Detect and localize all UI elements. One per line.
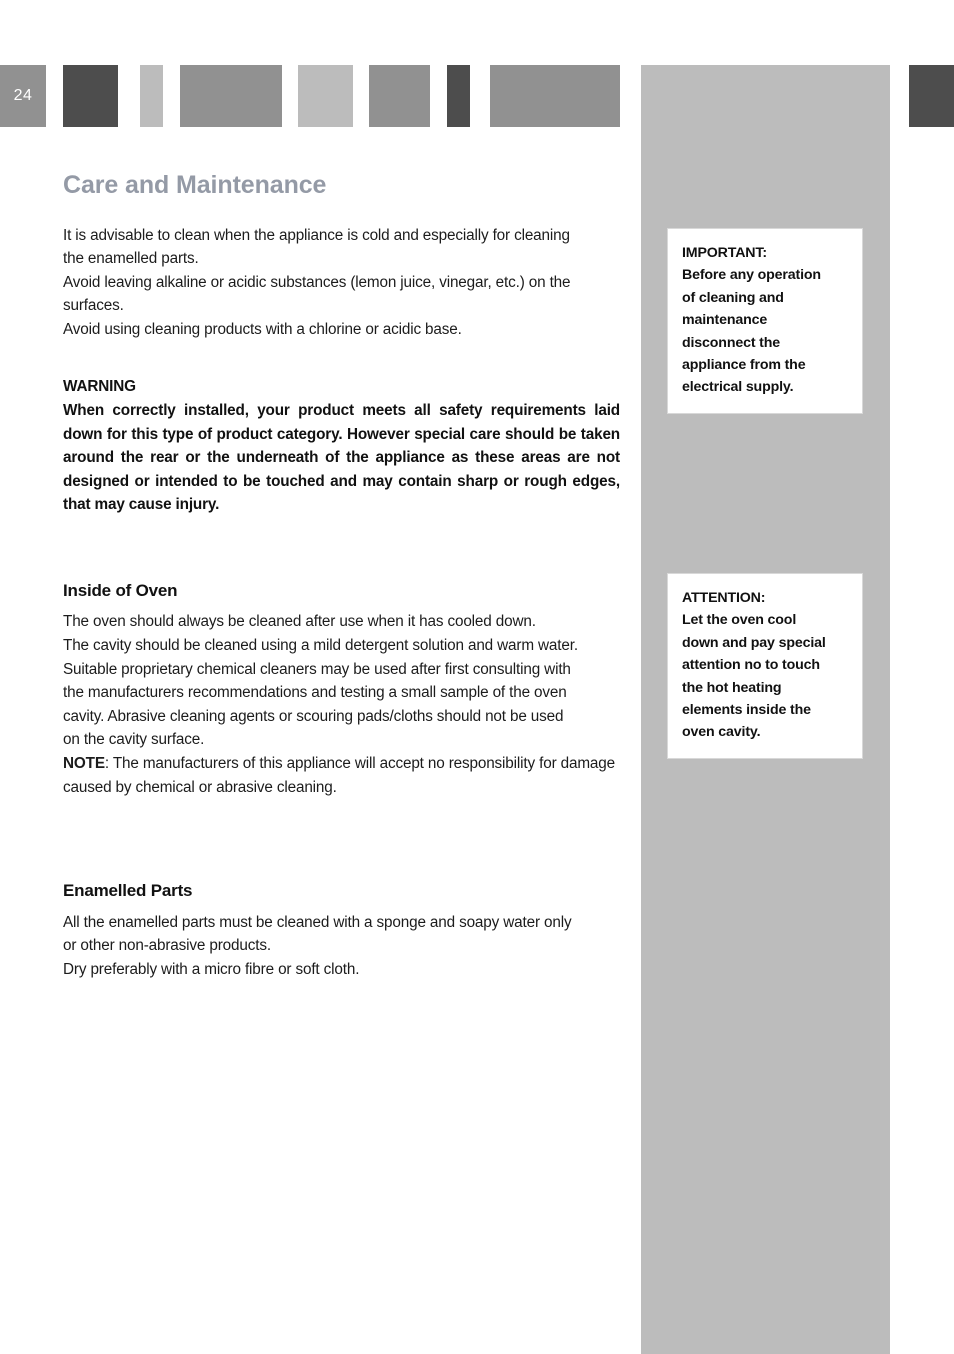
- intro-line-4: surfaces.: [63, 297, 124, 315]
- inside-of-oven-heading: Inside of Oven: [63, 581, 178, 601]
- intro-line-2: the enamelled parts.: [63, 250, 199, 268]
- page-title: Care and Maintenance: [63, 171, 327, 199]
- attention-line-6: elements inside the: [682, 702, 811, 719]
- enamelled-line-3: Dry preferably with a micro fibre or sof…: [63, 960, 360, 978]
- attention-line-5: the hot heating: [682, 679, 782, 696]
- callout-attention: ATTENTION: Let the oven cool down and pa…: [667, 573, 863, 759]
- enamelled-line-2: or other non-abrasive products.: [63, 937, 271, 955]
- section-enamelled-parts: Enamelled Parts All the enamelled parts …: [63, 881, 620, 981]
- warning-body: When correctly installed, your product m…: [63, 402, 620, 514]
- attention-line-1: ATTENTION:: [682, 590, 766, 606]
- intro-paragraph: It is advisable to clean when the applia…: [63, 224, 620, 342]
- topbar-segment-medium-3: [490, 65, 620, 127]
- topbar-segment-dark-1: [63, 65, 118, 127]
- inside-line-1: The oven should always be cleaned after …: [63, 613, 536, 631]
- inside-line-5: cavity. Abrasive cleaning agents or scou…: [63, 707, 564, 725]
- important-line-1: IMPORTANT:: [682, 245, 767, 261]
- callout-important: IMPORTANT: Before any operation of clean…: [667, 228, 863, 414]
- enamelled-parts-heading: Enamelled Parts: [63, 881, 193, 901]
- inside-of-oven-paragraph: The oven should always be cleaned after …: [63, 610, 620, 752]
- topbar-segment-dark-3: [909, 65, 954, 127]
- topbar-segment-light-1: [140, 65, 163, 127]
- attention-line-2: Let the oven cool: [682, 612, 797, 629]
- attention-line-4: attention no to touch: [682, 657, 820, 674]
- inside-line-2: The cavity should be cleaned using a mil…: [63, 637, 578, 655]
- decorative-top-bar-strip: 24: [0, 65, 954, 127]
- note-label: NOTE: [63, 754, 105, 772]
- enamelled-line-1: All the enamelled parts must be cleaned …: [63, 913, 572, 931]
- important-line-5: disconnect the: [682, 334, 781, 351]
- enamelled-parts-paragraph: All the enamelled parts must be cleaned …: [63, 911, 620, 982]
- topbar-segment-medium-2: [369, 65, 430, 127]
- attention-line-3: down and pay special: [682, 634, 826, 651]
- attention-line-7: oven cavity.: [682, 724, 761, 741]
- topbar-segment-light-3: [641, 65, 890, 127]
- inside-of-oven-note: NOTE: The manufacturers of this applianc…: [63, 752, 620, 799]
- inside-line-3: Suitable proprietary chemical cleaners m…: [63, 660, 571, 678]
- note-text: : The manufacturers of this appliance wi…: [63, 754, 615, 796]
- important-line-2: Before any operation: [682, 267, 821, 284]
- intro-line-3: Avoid leaving alkaline or acidic substan…: [63, 273, 571, 291]
- important-line-6: appliance from the: [682, 357, 806, 374]
- document-page: 24 Care and Maintenance It is advisable …: [0, 0, 954, 1354]
- main-content-column: Care and Maintenance It is advisable to …: [63, 171, 620, 981]
- important-line-7: electrical supply.: [682, 379, 794, 396]
- intro-line-5: Avoid using cleaning products with a chl…: [63, 320, 462, 338]
- warning-title: WARNING: [63, 378, 136, 396]
- topbar-segment-dark-2: [447, 65, 470, 127]
- topbar-segment-medium-1: [180, 65, 282, 127]
- intro-line-1: It is advisable to clean when the applia…: [63, 226, 570, 244]
- inside-line-4: the manufacturers recommendations and te…: [63, 684, 567, 702]
- warning-block: WARNING When correctly installed, your p…: [63, 375, 620, 517]
- section-inside-of-oven: Inside of Oven The oven should always be…: [63, 581, 620, 799]
- important-line-3: of cleaning and: [682, 289, 784, 306]
- inside-line-6: on the cavity surface.: [63, 731, 205, 749]
- important-line-4: maintenance: [682, 312, 768, 329]
- topbar-segment-light-2: [298, 65, 353, 127]
- page-number: 24: [0, 65, 46, 127]
